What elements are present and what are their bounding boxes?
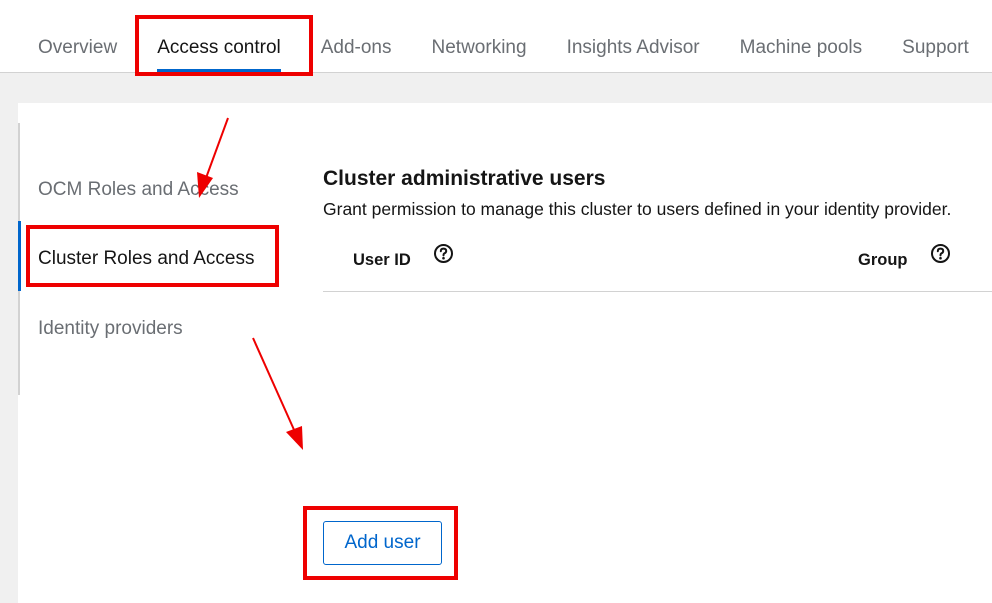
tabs: Overview Access control Add-ons Networki… [18, 0, 989, 72]
column-group: Group [858, 229, 951, 291]
nav-item-cluster-roles[interactable]: Cluster Roles and Access [18, 221, 290, 291]
tab-insights-advisor[interactable]: Insights Advisor [547, 0, 720, 72]
section-description: Grant permission to manage this cluster … [323, 199, 952, 219]
top-tab-bar: Overview Access control Add-ons Networki… [0, 0, 992, 73]
access-control-card: OCM Roles and Access Cluster Roles and A… [18, 103, 992, 603]
help-circle-icon[interactable] [433, 228, 454, 290]
tab-overview[interactable]: Overview [18, 0, 137, 72]
help-circle-icon[interactable] [930, 228, 951, 290]
tab-add-ons[interactable]: Add-ons [301, 0, 412, 72]
side-nav: OCM Roles and Access Cluster Roles and A… [18, 123, 300, 395]
column-group-label: Group [858, 251, 908, 269]
nav-item-identity-providers[interactable]: Identity providers [20, 307, 290, 351]
tab-networking[interactable]: Networking [412, 0, 547, 72]
add-user-button[interactable]: Add user [323, 521, 442, 565]
tab-machine-pools[interactable]: Machine pools [720, 0, 883, 72]
nav-item-ocm-roles[interactable]: OCM Roles and Access [20, 168, 290, 212]
tab-access-control[interactable]: Access control [137, 0, 301, 72]
section-title: Cluster administrative users [323, 167, 606, 190]
column-user-id-label: User ID [353, 251, 411, 269]
tab-support[interactable]: Support [882, 0, 989, 72]
column-user-id: User ID [353, 229, 454, 291]
cluster-admin-users-section: Cluster administrative users Grant permi… [323, 163, 992, 292]
users-table-header: User ID Group [323, 229, 992, 292]
